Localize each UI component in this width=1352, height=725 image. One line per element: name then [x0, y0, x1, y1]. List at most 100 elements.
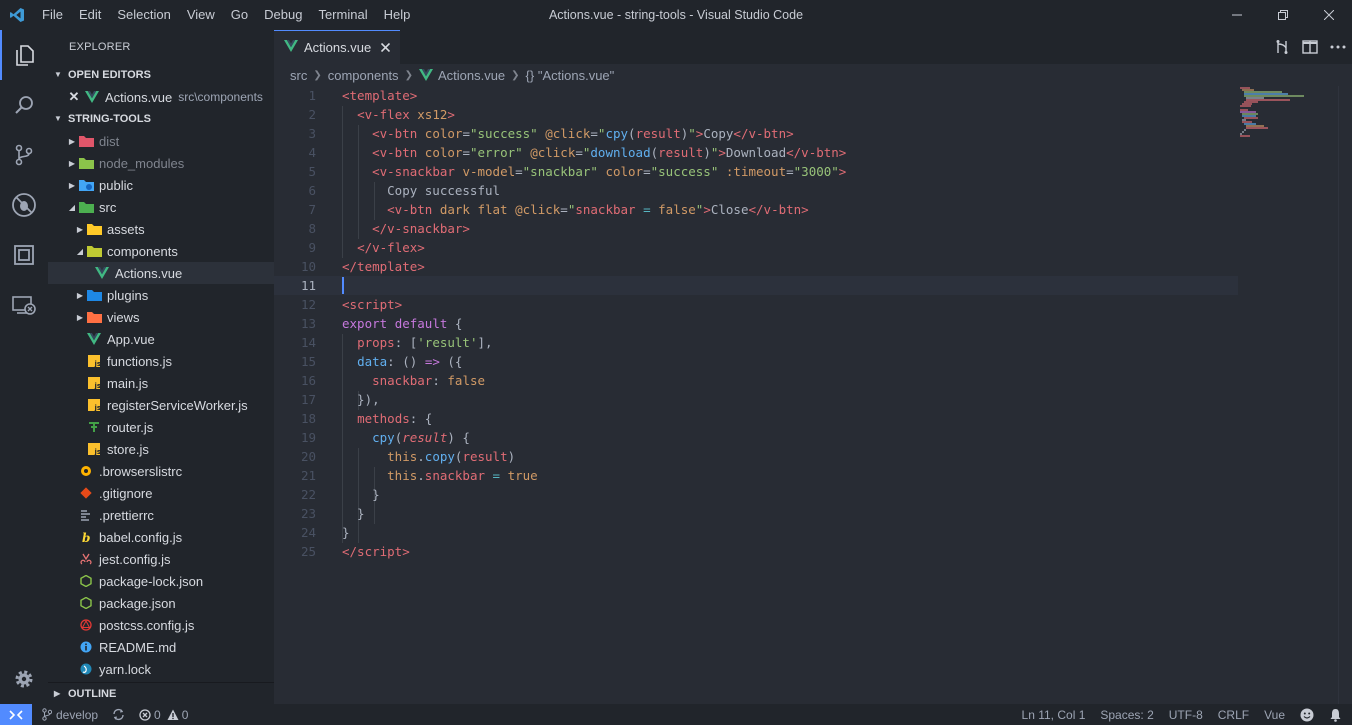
svg-text:js: js: [94, 360, 101, 367]
breadcrumb-item[interactable]: src: [290, 68, 307, 83]
outline-header[interactable]: ▶ OUTLINE: [48, 682, 274, 704]
end-of-line[interactable]: CRLF: [1218, 708, 1249, 722]
code-editor[interactable]: 1 <template> 2 <v-flex xs12> 3 <v-btn col…: [274, 86, 1352, 704]
tree-item[interactable]: ▶ plugins: [48, 284, 274, 306]
tree-item[interactable]: ▶ public: [48, 174, 274, 196]
js-file-icon: js: [86, 441, 102, 457]
tab-actions-vue[interactable]: Actions.vue: [274, 30, 401, 64]
menu-help[interactable]: Help: [376, 0, 419, 30]
tree-item[interactable]: README.md: [48, 636, 274, 658]
menu-selection[interactable]: Selection: [109, 0, 178, 30]
line-number: 16: [300, 373, 316, 388]
code-line: 16 snackbar: false: [274, 371, 1238, 390]
line-number: 15: [300, 354, 316, 369]
menu-edit[interactable]: Edit: [71, 0, 109, 30]
folder-public-icon: [78, 177, 94, 193]
code-text: <template>: [342, 88, 418, 103]
tree-item[interactable]: b babel.config.js: [48, 526, 274, 548]
tree-item[interactable]: .gitignore: [48, 482, 274, 504]
tree-item[interactable]: ▶ node_modules: [48, 152, 274, 174]
minimap[interactable]: [1238, 86, 1338, 704]
files-icon[interactable]: [0, 30, 48, 80]
vertical-scrollbar[interactable]: [1338, 86, 1352, 704]
extensions-icon[interactable]: [0, 230, 48, 280]
tree-item[interactable]: package.json: [48, 592, 274, 614]
tree-item[interactable]: js store.js: [48, 438, 274, 460]
tree-item[interactable]: ▶ assets: [48, 218, 274, 240]
tree-item[interactable]: App.vue: [48, 328, 274, 350]
tree-item-label: postcss.config.js: [99, 617, 195, 633]
open-changes-icon[interactable]: [1268, 39, 1296, 55]
branch-indicator[interactable]: develop: [42, 708, 98, 722]
code-line: 9 </v-flex>: [274, 238, 1238, 257]
menu-go[interactable]: Go: [223, 0, 256, 30]
code-line: 2 <v-flex xs12>: [274, 105, 1238, 124]
breadcrumb-item[interactable]: {} "Actions.vue": [526, 68, 615, 83]
notifications-bell-icon[interactable]: [1329, 708, 1342, 722]
language-mode[interactable]: Vue: [1264, 708, 1285, 722]
remote-indicator-icon[interactable]: [0, 704, 32, 725]
close-window-button[interactable]: [1306, 0, 1352, 30]
babel-file-icon: b: [78, 529, 94, 545]
folder-assets-icon: [86, 221, 102, 237]
code-text: }: [342, 525, 350, 540]
tree-item[interactable]: ▶ views: [48, 306, 274, 328]
chevron-right-icon: ▶: [68, 158, 76, 168]
problems-indicator[interactable]: 0 0: [139, 708, 188, 722]
search-icon[interactable]: [0, 80, 48, 130]
split-editor-icon[interactable]: [1296, 40, 1324, 54]
debug-icon[interactable]: [0, 180, 48, 230]
file-encoding[interactable]: UTF-8: [1169, 708, 1203, 722]
tree-item-label: App.vue: [107, 331, 155, 347]
code-line: 20 this.copy(result): [274, 447, 1238, 466]
close-icon[interactable]: [381, 40, 391, 55]
error-count: 0: [154, 707, 161, 722]
code-line: 6 Copy successful: [274, 181, 1238, 200]
cursor-position[interactable]: Ln 11, Col 1: [1022, 708, 1086, 722]
minimize-button[interactable]: [1214, 0, 1260, 30]
breadcrumb-item[interactable]: components: [328, 68, 399, 83]
feedback-smiley-icon[interactable]: [1300, 708, 1314, 722]
more-actions-icon[interactable]: [1324, 45, 1352, 49]
remote-explorer-icon[interactable]: [0, 280, 48, 330]
tree-item-selected[interactable]: Actions.vue: [48, 262, 274, 284]
browserslist-file-icon: [78, 463, 94, 479]
tree-item-label: assets: [107, 221, 145, 237]
menu-terminal[interactable]: Terminal: [310, 0, 375, 30]
tree-item[interactable]: js functions.js: [48, 350, 274, 372]
tree-item[interactable]: js main.js: [48, 372, 274, 394]
tree-item[interactable]: .browserslistrc: [48, 460, 274, 482]
menu-view[interactable]: View: [179, 0, 223, 30]
code-line: 21 this.snackbar = true: [274, 466, 1238, 485]
tree-item[interactable]: ▶ dist: [48, 130, 274, 152]
tree-item[interactable]: yarn.lock: [48, 658, 274, 680]
menu-debug[interactable]: Debug: [256, 0, 310, 30]
open-editors-header[interactable]: ▼ OPEN EDITORS: [48, 64, 274, 86]
line-number: 7: [308, 202, 316, 217]
tree-item[interactable]: ◢ components: [48, 240, 274, 262]
indentation-setting[interactable]: Spaces: 2: [1100, 708, 1153, 722]
tree-item[interactable]: package-lock.json: [48, 570, 274, 592]
code-text: export default {: [342, 316, 463, 331]
tree-item[interactable]: ◢ src: [48, 196, 274, 218]
sync-icon[interactable]: [112, 708, 125, 721]
line-number: 10: [300, 259, 316, 274]
source-control-icon[interactable]: [0, 130, 48, 180]
close-icon[interactable]: ✕: [64, 89, 84, 105]
menu-file[interactable]: File: [34, 0, 71, 30]
tree-item[interactable]: js registerServiceWorker.js: [48, 394, 274, 416]
project-header[interactable]: ▼ STRING-TOOLS: [48, 108, 274, 130]
code-text: </script>: [342, 544, 410, 559]
tree-item[interactable]: jest.config.js: [48, 548, 274, 570]
tree-item[interactable]: router.js: [48, 416, 274, 438]
tree-item[interactable]: .prettierrc: [48, 504, 274, 526]
tree-item[interactable]: postcss.config.js: [48, 614, 274, 636]
code-text: </template>: [342, 259, 425, 274]
code-text: </v-snackbar>: [372, 221, 470, 236]
open-editor-item[interactable]: ✕ Actions.vue src\components: [48, 86, 274, 108]
activity-bar: [0, 30, 48, 704]
line-number: 6: [308, 183, 316, 198]
restore-button[interactable]: [1260, 0, 1306, 30]
gear-icon[interactable]: [0, 654, 48, 704]
breadcrumb-item[interactable]: Actions.vue: [438, 68, 505, 83]
